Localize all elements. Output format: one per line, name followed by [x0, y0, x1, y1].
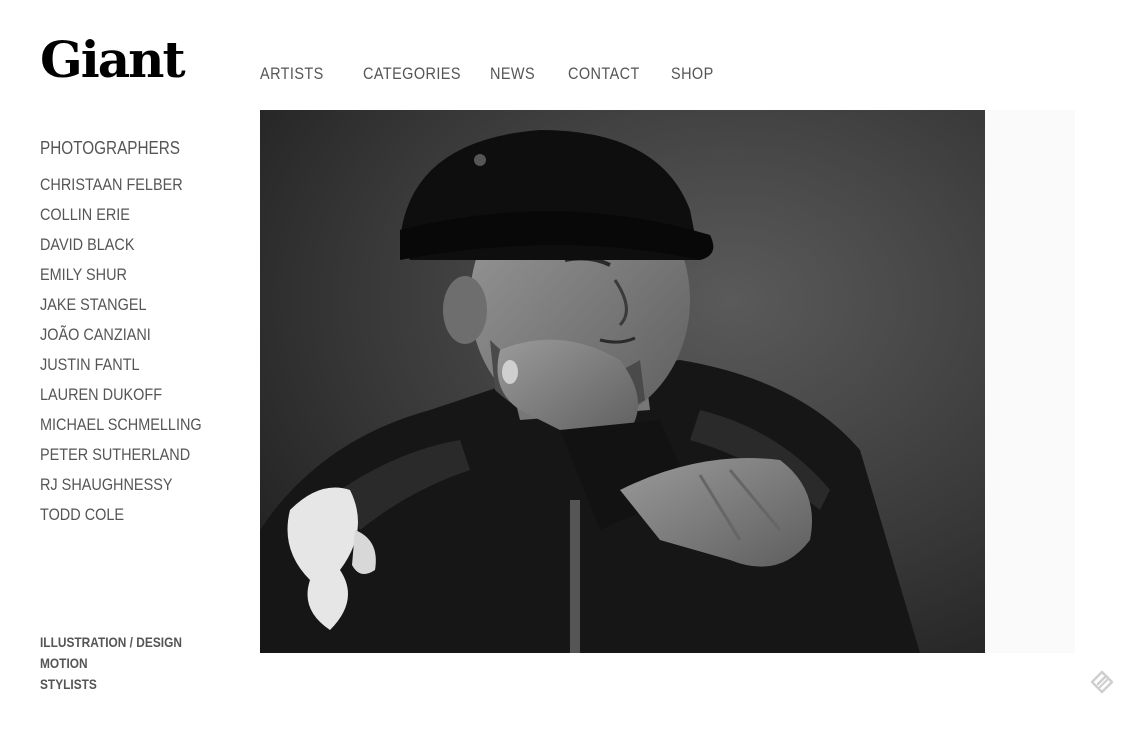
list-item: JAKE STANGEL [40, 293, 230, 323]
artist-link[interactable]: JUSTIN FANTL [40, 353, 140, 377]
list-item: JOÃO CANZIANI [40, 323, 230, 353]
artist-link[interactable]: JOÃO CANZIANI [40, 323, 151, 347]
artist-link[interactable]: PETER SUTHERLAND [40, 443, 190, 467]
list-item: MOTION [40, 653, 207, 674]
list-item: EMILY SHUR [40, 263, 230, 293]
list-item: RJ SHAUGHNESSY [40, 473, 230, 503]
nav-contact[interactable]: CONTACT [568, 64, 640, 84]
nav-categories[interactable]: CATEGORIES [363, 64, 461, 84]
nav-shop[interactable]: SHOP [671, 64, 714, 84]
site-logo[interactable]: Giant [40, 30, 186, 90]
category-link-illustration-design[interactable]: ILLUSTRATION / DESIGN [40, 632, 182, 652]
list-item: DAVID BLACK [40, 233, 230, 263]
photographer-list: CHRISTAAN FELBER COLLIN ERIE DAVID BLACK… [40, 173, 230, 533]
artist-sidebar: PHOTOGRAPHERS CHRISTAAN FELBER COLLIN ER… [40, 138, 230, 533]
artist-link[interactable]: COLLIN ERIE [40, 203, 130, 227]
portrait-image [260, 110, 985, 653]
artist-link[interactable]: LAUREN DUKOFF [40, 383, 162, 407]
list-item: PETER SUTHERLAND [40, 443, 230, 473]
artist-link[interactable]: JAKE STANGEL [40, 293, 147, 317]
other-categories-list: ILLUSTRATION / DESIGN MOTION STYLISTS [40, 632, 207, 695]
artist-link[interactable]: RJ SHAUGHNESSY [40, 473, 172, 497]
artist-link[interactable]: DAVID BLACK [40, 233, 134, 257]
gallery-area [260, 110, 1075, 653]
artist-link[interactable]: MICHAEL SCHMELLING [40, 413, 202, 437]
nav-artists[interactable]: ARTISTS [260, 64, 324, 84]
category-link-motion[interactable]: MOTION [40, 653, 88, 673]
list-item: COLLIN ERIE [40, 203, 230, 233]
list-item: STYLISTS [40, 674, 207, 695]
artist-link[interactable]: EMILY SHUR [40, 263, 127, 287]
list-item: MICHAEL SCHMELLING [40, 413, 230, 443]
sidebar-heading-photographers[interactable]: PHOTOGRAPHERS [40, 138, 202, 159]
category-link-stylists[interactable]: STYLISTS [40, 674, 97, 694]
list-item: LAUREN DUKOFF [40, 383, 230, 413]
list-item: CHRISTAAN FELBER [40, 173, 230, 203]
list-item: TODD COLE [40, 503, 230, 533]
feather-pen-icon[interactable] [1088, 668, 1116, 696]
featured-photo[interactable] [260, 110, 985, 653]
nav-news[interactable]: NEWS [490, 64, 535, 84]
list-item: JUSTIN FANTL [40, 353, 230, 383]
artist-link[interactable]: TODD COLE [40, 503, 124, 527]
artist-link[interactable]: CHRISTAAN FELBER [40, 173, 183, 197]
list-item: ILLUSTRATION / DESIGN [40, 632, 207, 653]
